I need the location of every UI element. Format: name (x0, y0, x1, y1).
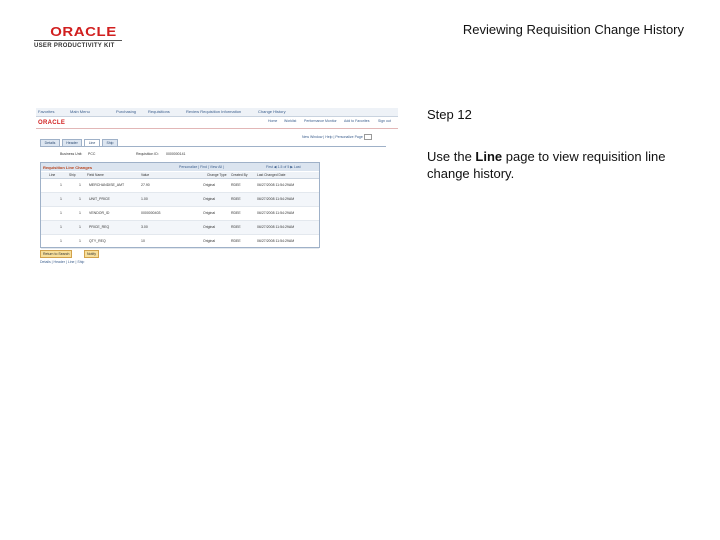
cell-type: Original (203, 211, 216, 215)
tab-details[interactable]: Details (40, 139, 60, 146)
cell-type: Original (203, 239, 216, 243)
requisition-id-value: 0000000141 (166, 152, 186, 156)
col-line[interactable]: Line (49, 173, 55, 177)
nav-review-req-info[interactable]: Review Requisition Information (186, 109, 241, 114)
cell-line: 1 (60, 197, 62, 201)
grid-personalize-links[interactable]: Personalize | Find | View All | (179, 165, 224, 169)
footer-tab-links[interactable]: Details | Header | Line | Ship (40, 260, 84, 264)
screenshot-logo: ORACLE (38, 120, 66, 126)
header-divider (36, 128, 398, 129)
cell-value: 3.00 (141, 225, 148, 229)
cell-ship: 1 (79, 225, 81, 229)
step-text-bold: Line (475, 149, 503, 164)
grid-column-headers: Line Ship Field Name Value Change Type C… (41, 172, 319, 179)
table-row: 1 1 VENDOR_ID 0000000403 Original RDEE 0… (41, 207, 319, 221)
requisition-id-label: Requisition ID: (136, 152, 159, 156)
tab-ship[interactable]: Ship (102, 139, 118, 146)
tab-line[interactable]: Line (84, 139, 100, 146)
cell-field: PRICE_REQ (89, 225, 110, 229)
cell-value: 27.90 (141, 183, 150, 187)
cell-date: 06/27/2008 11:54:29AM (257, 211, 295, 215)
grid-pagination[interactable]: First ◀ 1-5 of 5 ▶ Last (266, 165, 301, 169)
cell-line: 1 (60, 225, 62, 229)
cell-field: QTY_REQ (89, 239, 106, 243)
cell-by: RDEE (231, 183, 241, 187)
cell-type: Original (203, 183, 216, 187)
nav-purchasing[interactable]: Purchasing (116, 109, 136, 114)
table-row: 1 1 PRICE_REQ 3.00 Original RDEE 06/27/2… (41, 221, 319, 235)
col-last-changed[interactable]: Last Changed Date (257, 173, 285, 177)
cell-by: RDEE (231, 211, 241, 215)
nav-requisitions[interactable]: Requisitions (148, 109, 170, 114)
cell-ship: 1 (79, 239, 81, 243)
table-row: 1 1 MERCHANDISE_AMT 27.90 Original RDEE … (41, 179, 319, 193)
business-unit-label: Business Unit: (60, 152, 83, 156)
top-link-perf-monitor[interactable]: Performance Monitor (304, 119, 337, 123)
page-links-box (363, 134, 372, 140)
page-link-bar[interactable]: New Window | Help | Personalize Page (302, 134, 372, 140)
cell-line: 1 (60, 239, 62, 243)
top-links: Home Worklist Performance Monitor Add to… (268, 119, 398, 124)
col-created-by[interactable]: Created By (231, 173, 248, 177)
cell-field: VENDOR_ID (89, 211, 110, 215)
oracle-upk-logo: ORACLE USER PRODUCTIVITY KIT (34, 24, 124, 49)
grid-title: Requisition Line Changes (43, 165, 93, 170)
col-field-name[interactable]: Field Name (87, 173, 104, 177)
step-label: Step 12 (427, 107, 472, 122)
cell-type: Original (203, 225, 216, 229)
cell-value: 0000000403 (141, 211, 161, 215)
cell-value: 1.00 (141, 197, 148, 201)
col-change-type[interactable]: Change Type (207, 173, 227, 177)
top-link-home[interactable]: Home (268, 119, 277, 123)
top-link-sign-out[interactable]: Sign out (378, 119, 391, 123)
top-link-worklist[interactable]: Worklist (284, 119, 296, 123)
return-to-search-button[interactable]: Return to Search (40, 250, 73, 258)
nav-change-history[interactable]: Change History (258, 109, 286, 114)
cell-by: RDEE (231, 225, 241, 229)
logo-subtitle: USER PRODUCTIVITY KIT (34, 43, 115, 49)
cell-date: 06/27/2008 11:54:29AM (257, 197, 295, 201)
cell-ship: 1 (79, 211, 81, 215)
grid-header: Requisition Line Changes Personalize | F… (41, 163, 319, 171)
page-links[interactable]: New Window | Help | Personalize Page (302, 135, 363, 139)
tab-header[interactable]: Header (62, 139, 82, 146)
cell-by: RDEE (231, 197, 241, 201)
cell-by: RDEE (231, 239, 241, 243)
cell-line: 1 (60, 211, 62, 215)
cell-ship: 1 (79, 183, 81, 187)
cell-date: 06/27/2008 11:54:29AM (257, 225, 295, 229)
tab-underline (40, 146, 386, 147)
cell-type: Original (203, 197, 216, 201)
logo-divider (34, 40, 122, 41)
logo-brand: ORACLE (50, 24, 117, 39)
slide-title: Reviewing Requisition Change History (462, 22, 684, 37)
step-instructions: Use the Line page to view requisition li… (427, 148, 687, 182)
cell-date: 06/27/2008 11:54:29AM (257, 239, 295, 243)
cell-ship: 1 (79, 197, 81, 201)
breadcrumb-bar: Favorites Main Menu Purchasing Requisiti… (36, 108, 398, 117)
nav-favorites[interactable]: Favorites (38, 109, 54, 114)
cell-field: UNIT_PRICE (89, 197, 110, 201)
application-screenshot: Favorites Main Menu Purchasing Requisiti… (36, 108, 398, 270)
business-unit-value: PCC (88, 152, 96, 156)
notify-button[interactable]: Notify (84, 250, 99, 258)
cell-value: 10 (141, 239, 145, 243)
cell-date: 06/27/2008 11:54:29AM (257, 183, 295, 187)
step-text-before: Use the (427, 149, 476, 164)
nav-main-menu[interactable]: Main Menu (70, 109, 90, 114)
table-row: 1 1 UNIT_PRICE 1.00 Original RDEE 06/27/… (41, 193, 319, 207)
cell-line: 1 (60, 183, 62, 187)
col-ship[interactable]: Ship (69, 173, 76, 177)
cell-field: MERCHANDISE_AMT (89, 183, 125, 187)
table-row: 1 1 QTY_REQ 10 Original RDEE 06/27/2008 … (41, 235, 319, 249)
top-link-add-favorites[interactable]: Add to Favorites (344, 119, 369, 123)
col-value[interactable]: Value (141, 173, 149, 177)
line-changes-grid: Requisition Line Changes Personalize | F… (40, 162, 320, 249)
